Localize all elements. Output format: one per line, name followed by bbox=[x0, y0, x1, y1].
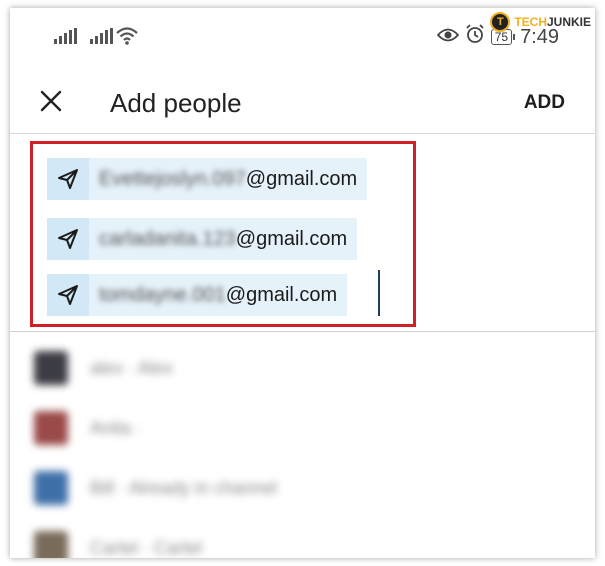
recipient-chip[interactable]: carladanita.123@gmail.com bbox=[47, 218, 358, 260]
eye-icon bbox=[436, 26, 459, 49]
chip-domain: @gmail.com bbox=[235, 227, 348, 250]
chip-domain: @gmail.com bbox=[225, 283, 338, 306]
techjunkie-watermark: T TECHJUNKIE bbox=[490, 10, 591, 34]
recipient-chip[interactable]: Evettejoslyn.097@gmail.com bbox=[47, 158, 368, 200]
signal-icon bbox=[54, 28, 77, 44]
recipient-chip[interactable]: tomdayne.001@gmail.com bbox=[47, 274, 348, 316]
text-cursor bbox=[378, 270, 380, 316]
send-icon bbox=[47, 218, 89, 260]
header-divider bbox=[10, 133, 595, 134]
list-item[interactable]: Cartel · Cartel bbox=[10, 518, 595, 558]
add-button[interactable]: ADD bbox=[524, 92, 565, 114]
page-title: Add people bbox=[110, 88, 242, 118]
list-item[interactable]: alex · Alex bbox=[10, 338, 595, 398]
alarm-icon bbox=[465, 24, 485, 50]
close-icon bbox=[40, 90, 62, 112]
chip-username: Evettejoslyn.097 bbox=[99, 167, 246, 190]
list-item[interactable]: Anita · bbox=[10, 398, 595, 458]
input-divider bbox=[10, 331, 595, 332]
wifi-icon bbox=[116, 26, 138, 51]
send-icon bbox=[47, 274, 89, 316]
people-list: alex · Alex Anita · Bill · Already in ch… bbox=[10, 338, 595, 558]
send-icon bbox=[47, 158, 89, 200]
watermark-junkie: JUNKIE bbox=[546, 15, 591, 29]
avatar bbox=[34, 471, 68, 505]
chip-domain: @gmail.com bbox=[245, 167, 358, 190]
signal-icon bbox=[90, 28, 113, 44]
recipient-chips-highlight: Evettejoslyn.097@gmail.com carladanita.1… bbox=[30, 141, 416, 327]
app-header: Add people ADD bbox=[10, 70, 595, 134]
watermark-tech: TECH bbox=[514, 15, 547, 29]
avatar bbox=[34, 411, 68, 445]
avatar bbox=[34, 531, 68, 558]
chip-username: tomdayne.001 bbox=[99, 283, 226, 306]
avatar bbox=[34, 351, 68, 385]
list-item[interactable]: Bill · Already in channel bbox=[10, 458, 595, 518]
techjunkie-logo-icon: T bbox=[490, 12, 511, 32]
chip-username: carladanita.123 bbox=[99, 227, 236, 250]
close-button[interactable] bbox=[38, 88, 64, 114]
app-frame: T TECHJUNKIE 75 7:49 Add people ADD Evet… bbox=[10, 8, 595, 558]
